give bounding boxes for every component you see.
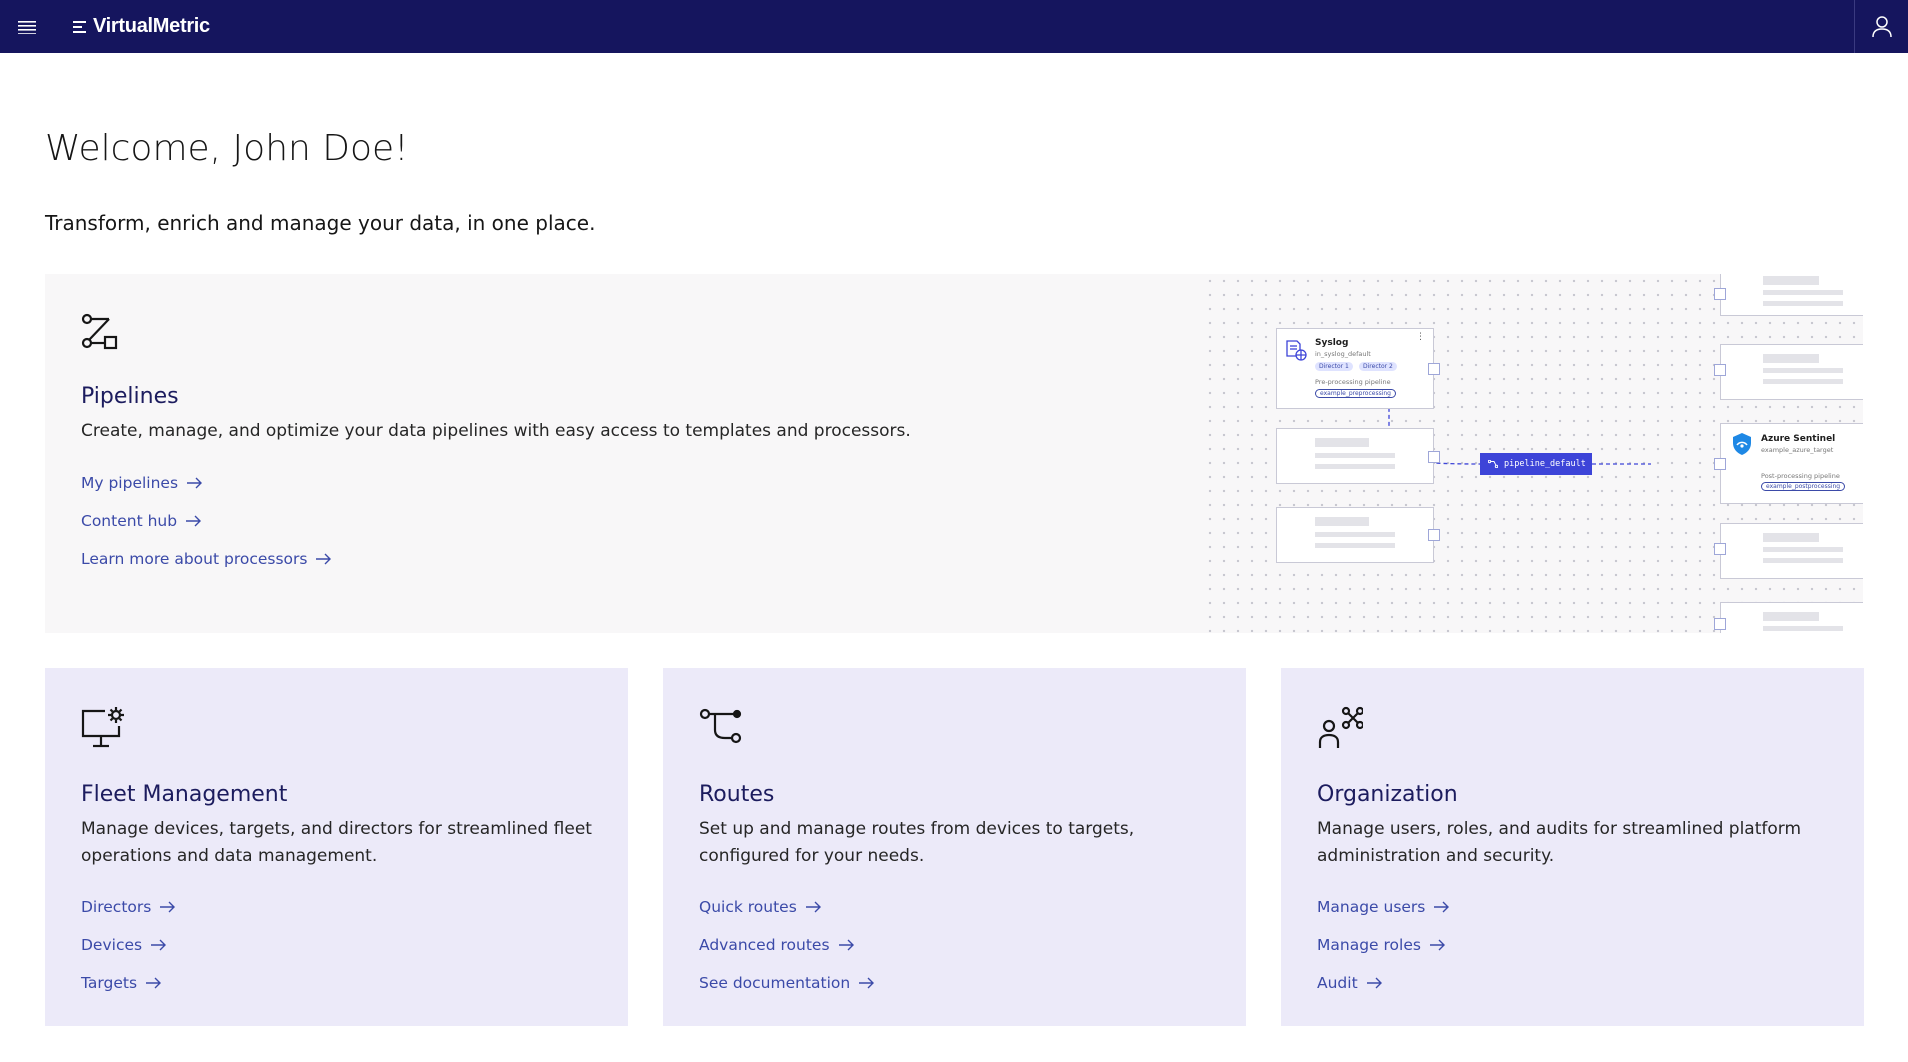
devices-label: Devices	[81, 936, 143, 954]
targets-link[interactable]: Targets	[81, 971, 598, 995]
tagline: Transform, enrich and manage your data, …	[45, 211, 596, 235]
pipelines-title: Pipelines	[81, 384, 179, 409]
arrow-right-icon	[187, 477, 203, 489]
organization-icon	[1318, 706, 1365, 748]
menu-icon	[17, 20, 36, 34]
brand-logo[interactable]: VirtualMetric	[73, 15, 210, 38]
devices-link[interactable]: Devices	[81, 933, 598, 957]
user-icon	[1871, 15, 1892, 37]
arrow-right-icon	[146, 977, 162, 989]
monitor-gear-icon	[81, 707, 124, 748]
user-profile-button[interactable]	[1854, 0, 1908, 53]
advanced-routes-link[interactable]: Advanced routes	[699, 933, 1216, 957]
shield-icon	[1733, 433, 1751, 455]
logo-mark-icon	[73, 20, 86, 33]
arrow-right-icon	[316, 553, 332, 565]
post-processing-tag: example_postprocessing	[1761, 482, 1846, 491]
manage-roles-link[interactable]: Manage roles	[1317, 933, 1834, 957]
output-port	[1428, 363, 1440, 375]
routes-card: Routes Set up and manage routes from dev…	[663, 668, 1246, 1026]
source-document-icon	[1286, 340, 1307, 361]
pipeline-branch-icon	[1488, 460, 1498, 468]
target-node-azure-sentinel: Azure Sentinel example_azure_target Post…	[1720, 423, 1863, 504]
source-subtitle: in_syslog_default	[1315, 350, 1371, 358]
source-node-syslog: Syslog in_syslog_default Director 1 Dire…	[1276, 328, 1434, 409]
input-port	[1714, 543, 1726, 555]
fleet-management-card: Fleet Management Manage devices, targets…	[45, 668, 628, 1026]
pre-processing-label: Pre-processing pipeline	[1315, 378, 1391, 386]
arrow-right-icon	[859, 977, 875, 989]
see-documentation-label: See documentation	[699, 974, 851, 992]
arrow-right-icon	[186, 515, 202, 527]
directors-link[interactable]: Directors	[81, 895, 598, 919]
input-port	[1714, 364, 1726, 376]
manage-users-label: Manage users	[1317, 898, 1426, 916]
top-navigation-bar: VirtualMetric	[0, 0, 1908, 53]
input-port	[1714, 288, 1726, 300]
placeholder-target-node	[1720, 344, 1863, 400]
advanced-routes-label: Advanced routes	[699, 936, 830, 954]
output-port	[1428, 451, 1440, 463]
audit-link[interactable]: Audit	[1317, 971, 1834, 995]
pipelines-description: Create, manage, and optimize your data p…	[81, 421, 911, 441]
director-tag-2: Director 2	[1359, 362, 1397, 371]
placeholder-source-node	[1276, 507, 1434, 563]
manage-users-link[interactable]: Manage users	[1317, 895, 1834, 919]
pre-processing-tag: example_preprocessing	[1315, 389, 1396, 398]
content-hub-label: Content hub	[81, 512, 178, 530]
welcome-heading: Welcome, John Doe!	[45, 128, 409, 169]
source-title: Syslog	[1315, 338, 1349, 348]
routes-title: Routes	[699, 782, 775, 807]
pipeline-chip: pipeline_default	[1480, 453, 1592, 475]
arrow-right-icon	[1429, 939, 1445, 951]
audit-label: Audit	[1317, 974, 1358, 992]
learn-processors-link[interactable]: Learn more about processors	[81, 547, 911, 571]
fleet-description: Manage devices, targets, and directors f…	[81, 819, 592, 866]
see-documentation-link[interactable]: See documentation	[699, 971, 1216, 995]
pipelines-card: Pipelines Create, manage, and optimize y…	[45, 274, 1863, 633]
input-port	[1714, 618, 1726, 630]
my-pipelines-link[interactable]: My pipelines	[81, 471, 911, 495]
quick-routes-label: Quick routes	[699, 898, 797, 916]
targets-label: Targets	[81, 974, 138, 992]
director-tag-1: Director 1	[1315, 362, 1353, 371]
output-port	[1428, 529, 1440, 541]
placeholder-target-node	[1720, 523, 1863, 579]
fleet-title: Fleet Management	[81, 782, 288, 807]
quick-routes-link[interactable]: Quick routes	[699, 895, 1216, 919]
hamburger-menu-button[interactable]	[0, 0, 53, 53]
arrow-right-icon	[838, 939, 854, 951]
directors-label: Directors	[81, 898, 152, 916]
pipeline-chip-label: pipeline_default	[1504, 459, 1586, 469]
organization-card: Organization Manage users, roles, and au…	[1281, 668, 1864, 1026]
placeholder-target-node	[1720, 602, 1863, 633]
organization-title: Organization	[1317, 782, 1458, 807]
manage-roles-label: Manage roles	[1317, 936, 1421, 954]
arrow-right-icon	[1366, 977, 1382, 989]
pipeline-diagram-illustration: Syslog in_syslog_default Director 1 Dire…	[1203, 274, 1863, 633]
pipelines-icon	[81, 313, 118, 350]
post-processing-label: Post-processing pipeline	[1761, 472, 1840, 480]
brand-name: VirtualMetric	[93, 15, 210, 37]
arrow-right-icon	[1434, 901, 1450, 913]
organization-description: Manage users, roles, and audits for stre…	[1317, 819, 1802, 866]
node-menu-icon: ⋮	[1416, 332, 1425, 342]
target-subtitle: example_azure_target	[1761, 446, 1834, 454]
placeholder-source-node	[1276, 428, 1434, 484]
target-title: Azure Sentinel	[1761, 434, 1836, 444]
arrow-right-icon	[160, 901, 176, 913]
arrow-right-icon	[151, 939, 167, 951]
arrow-right-icon	[805, 901, 821, 913]
routes-icon	[699, 708, 742, 744]
learn-processors-label: Learn more about processors	[81, 550, 308, 568]
placeholder-target-node	[1720, 274, 1863, 316]
input-port	[1714, 458, 1726, 470]
my-pipelines-label: My pipelines	[81, 474, 179, 492]
node-menu-icon: ⋮	[1861, 428, 1863, 437]
content-hub-link[interactable]: Content hub	[81, 509, 911, 533]
routes-description: Set up and manage routes from devices to…	[699, 819, 1135, 866]
